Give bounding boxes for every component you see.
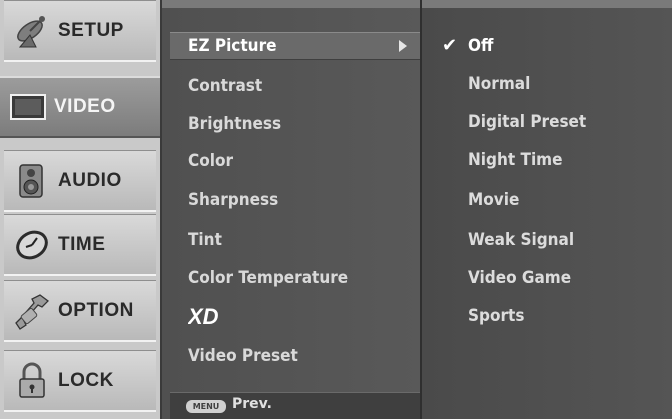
option-normal[interactable]: Normal — [468, 72, 530, 96]
menu-item-sharpness[interactable]: Sharpness — [188, 188, 278, 212]
category-label: SETUP — [58, 19, 124, 41]
panel-header-strip — [422, 0, 672, 8]
svg-text:XD: XD — [188, 304, 219, 328]
xd-logo: XD — [186, 304, 219, 329]
category-label: LOCK — [58, 369, 114, 391]
ez-picture-options: ✔ Off Normal Digital Preset Night Time M… — [420, 0, 672, 419]
menu-item-color-temperature[interactable]: Color Temperature — [188, 266, 348, 290]
panel-header-strip — [162, 0, 422, 8]
category-lock[interactable]: LOCK — [4, 350, 156, 412]
wrench-icon — [10, 289, 54, 333]
category-option[interactable]: OPTION — [4, 280, 156, 342]
category-label: TIME — [58, 233, 106, 255]
option-video-game[interactable]: Video Game — [468, 266, 571, 290]
video-submenu: EZ Picture Contrast Brightness Color Sha… — [160, 0, 422, 419]
option-movie[interactable]: Movie — [468, 188, 519, 212]
footer-bar: MENU Prev. — [170, 392, 422, 419]
menu-item-contrast[interactable]: Contrast — [188, 74, 262, 98]
option-off[interactable]: Off — [468, 34, 493, 58]
speaker-icon — [10, 159, 54, 203]
prev-label[interactable]: Prev. — [232, 396, 272, 412]
category-time[interactable]: TIME — [4, 214, 156, 276]
menu-item-brightness[interactable]: Brightness — [188, 112, 281, 136]
tv-screen-icon — [6, 85, 50, 129]
menu-item-video-preset[interactable]: Video Preset — [188, 344, 298, 368]
category-setup[interactable]: SETUP — [4, 0, 156, 62]
option-night-time[interactable]: Night Time — [468, 148, 563, 172]
category-audio[interactable]: AUDIO — [4, 150, 156, 212]
option-digital-preset[interactable]: Digital Preset — [468, 110, 586, 134]
menu-item-ez-picture[interactable]: EZ Picture — [188, 34, 277, 58]
category-label: OPTION — [58, 299, 134, 321]
option-weak-signal[interactable]: Weak Signal — [468, 228, 574, 252]
menu-item-tint[interactable]: Tint — [188, 228, 222, 252]
clock-icon — [10, 223, 54, 267]
menu-item-xd[interactable]: XD — [186, 304, 252, 329]
padlock-icon — [10, 359, 54, 403]
option-sports[interactable]: Sports — [468, 304, 524, 328]
category-label: VIDEO — [54, 96, 116, 117]
category-label: AUDIO — [58, 169, 122, 191]
category-sidebar: SETUP VIDEO AUDIO TIME OPTION LOCK — [0, 0, 160, 419]
menu-item-color[interactable]: Color — [188, 149, 233, 173]
tv-osd-menu: SETUP VIDEO AUDIO TIME OPTION LOCK EZ Pi… — [0, 0, 672, 419]
checkmark-icon: ✔ — [442, 35, 458, 56]
menu-key-icon: MENU — [186, 400, 226, 413]
submenu-arrow-icon — [399, 40, 407, 52]
satellite-dish-icon — [10, 9, 54, 53]
category-video[interactable]: VIDEO — [0, 76, 160, 138]
